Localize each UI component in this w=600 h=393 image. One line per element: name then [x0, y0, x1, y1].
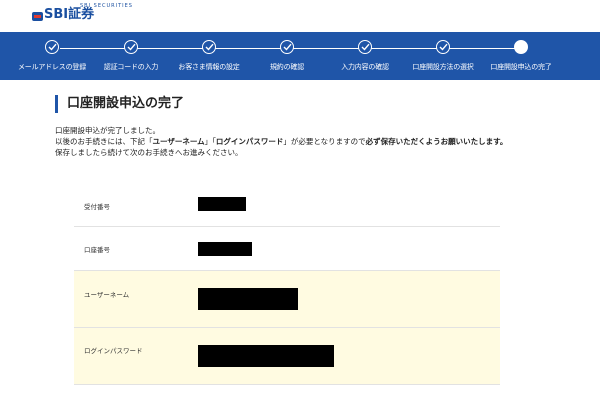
step-label: メールアドレスの登録: [18, 63, 86, 71]
redacted-value: [198, 242, 252, 256]
step-label: 口座開設申込の完了: [490, 63, 552, 71]
table-row-reception-number: 受付番号: [74, 183, 500, 227]
page-title: 口座開設申込の完了: [55, 95, 184, 113]
step-6: 口座開設方法の選択: [403, 40, 483, 72]
progress-stepper: メールアドレスの登録 認証コードの入力 お客さま情報の設定 規約の確認 入力内容…: [0, 32, 600, 80]
step-check-icon: [280, 40, 294, 54]
table-row-login-password: ログインパスワード: [74, 328, 500, 385]
step-check-icon: [436, 40, 450, 54]
step-2: 認証コードの入力: [91, 40, 171, 72]
step-1: メールアドレスの登録: [12, 40, 92, 72]
step-label: 入力内容の確認: [341, 63, 389, 71]
term-username: ユーザーネーム: [152, 137, 205, 146]
message-text: 」「: [204, 137, 216, 146]
term-password: ログインパスワード: [215, 137, 284, 146]
message-text: 以後のお手続きには、下記「: [55, 137, 153, 146]
table-row-username: ユーザーネーム: [74, 271, 500, 328]
step-3: お客さま情報の設定: [169, 40, 249, 72]
step-7-current: 口座開設申込の完了: [481, 40, 561, 72]
redacted-value: [198, 197, 246, 211]
account-info-table: 受付番号 口座番号 ユーザーネーム ログインパスワード: [74, 183, 500, 385]
row-label: ログインパスワード: [84, 347, 143, 355]
step-label: 規約の確認: [270, 63, 304, 71]
row-label: 受付番号: [84, 203, 110, 211]
step-label: 口座開設方法の選択: [412, 63, 474, 71]
row-label: 口座番号: [84, 246, 110, 254]
logo-text: SBI証券: [44, 7, 95, 22]
message-text: 」が必要となりますので: [283, 137, 366, 146]
redacted-value: [198, 345, 334, 367]
completion-message: 口座開設申込が完了しました。 以後のお手続きには、下記「ユーザーネーム」「ログイ…: [55, 125, 525, 158]
save-notice: 必ず保存いただくようお願いいたします。: [365, 137, 508, 146]
table-row-account-number: 口座番号: [74, 227, 500, 271]
message-line-2: 以後のお手続きには、下記「ユーザーネーム」「ログインパスワード」が必要となります…: [55, 136, 525, 147]
message-line-1: 口座開設申込が完了しました。: [55, 126, 160, 135]
step-check-icon: [358, 40, 372, 54]
sbi-mark-icon: [32, 12, 43, 21]
step-label: 認証コードの入力: [103, 63, 159, 71]
header: SBI SECURITIES SBI証券: [0, 0, 600, 32]
step-check-icon: [202, 40, 216, 54]
row-label: ユーザーネーム: [84, 291, 130, 299]
redacted-value: [198, 288, 298, 310]
step-4: 規約の確認: [247, 40, 327, 72]
message-line-3: 保存しましたら続けて次のお手続きへお進みください。: [55, 148, 243, 157]
step-current-dot-icon: [514, 40, 528, 54]
step-label: お客さま情報の設定: [178, 63, 240, 71]
step-check-icon: [124, 40, 138, 54]
step-check-icon: [45, 40, 59, 54]
step-5: 入力内容の確認: [325, 40, 405, 72]
